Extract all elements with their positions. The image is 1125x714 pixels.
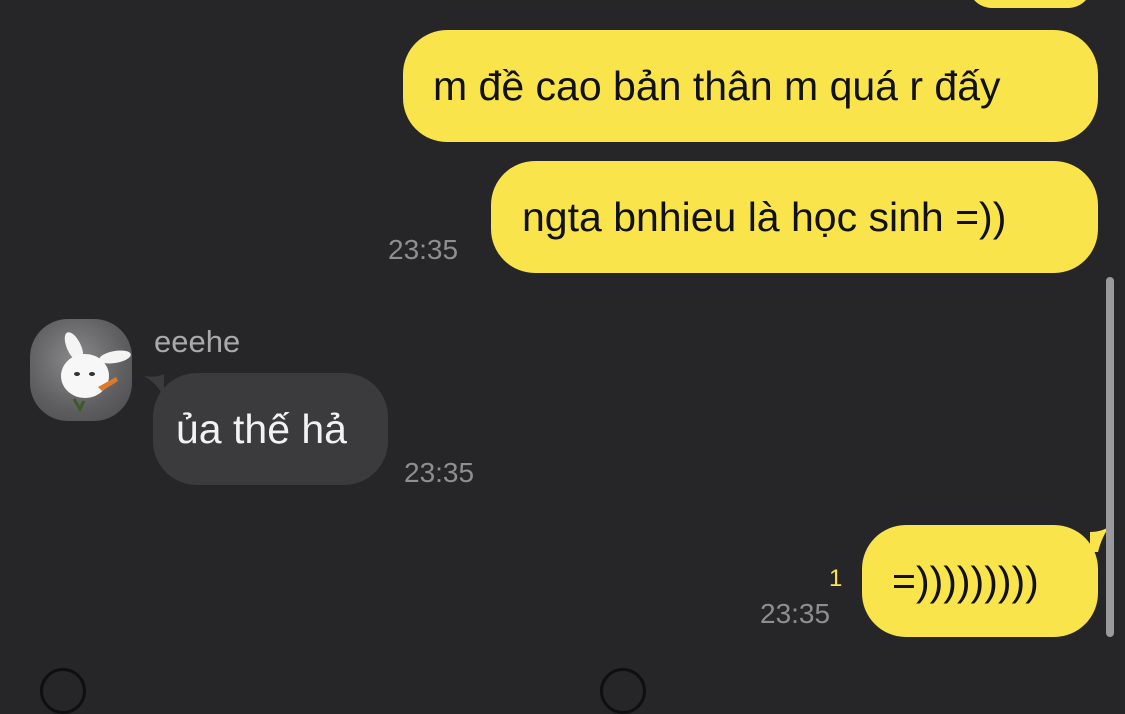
message-timestamp: 23:35 (760, 598, 831, 629)
message-text: ủa thế hả (176, 405, 347, 452)
message-bubble-outgoing[interactable]: m đề cao bản thân m quá r đấy (403, 30, 1098, 142)
sender-avatar[interactable] (30, 319, 132, 421)
unread-count: 1 (829, 565, 843, 592)
message-bubble-partial[interactable] (968, 0, 1092, 8)
sender-name: eeehe (154, 324, 241, 359)
bunny-avatar-icon (61, 332, 131, 413)
message-text: ngta bnhieu là học sinh =)) (522, 193, 1007, 240)
message-bubble-outgoing[interactable]: =))))))))) (862, 525, 1098, 637)
chat-view[interactable]: m đề cao bản thân m quá r đấy ngta bnhie… (0, 0, 1125, 714)
message-text: m đề cao bản thân m quá r đấy (433, 62, 1001, 109)
message-timestamp: 23:35 (388, 234, 459, 265)
message-text: =))))))))) (892, 557, 1039, 604)
message-bubble-outgoing[interactable]: ngta bnhieu là học sinh =)) (491, 161, 1098, 273)
scrollbar[interactable] (1106, 277, 1114, 637)
message-timestamp: 23:35 (404, 457, 475, 488)
message-bubble-incoming[interactable]: ủa thế hả (153, 373, 388, 485)
